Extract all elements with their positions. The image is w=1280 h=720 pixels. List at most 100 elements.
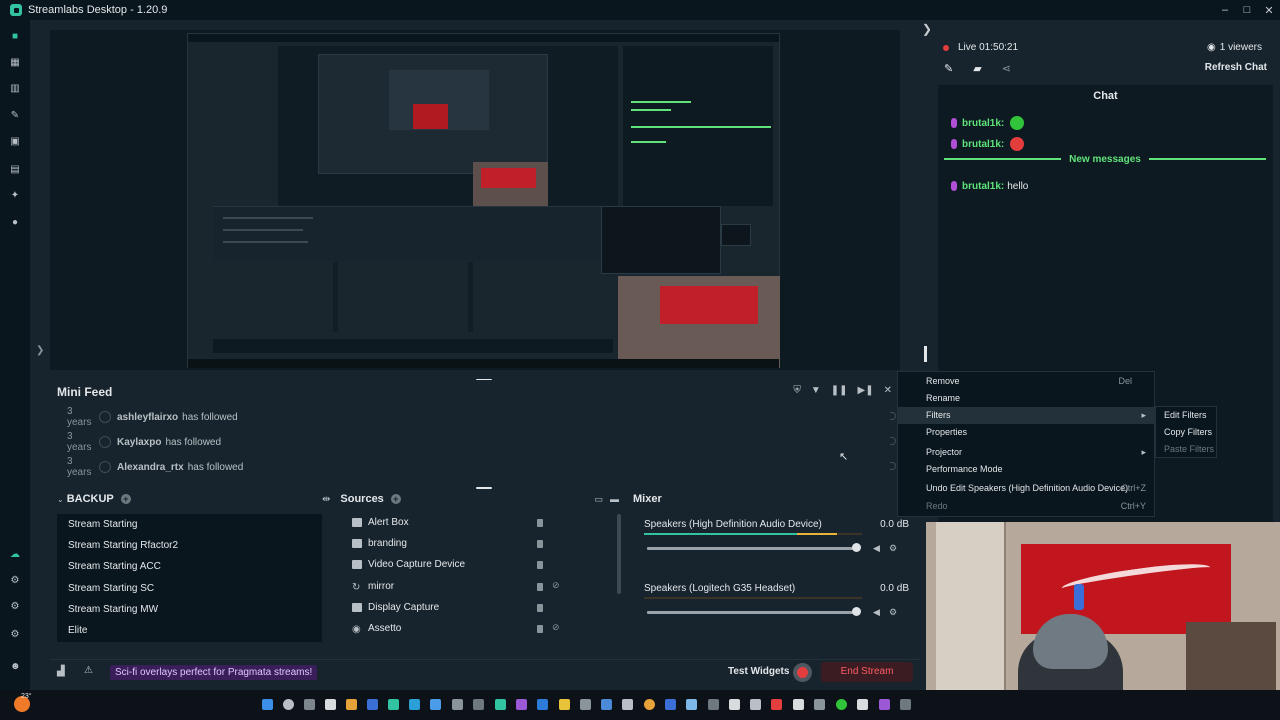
cloud-icon[interactable]: ☁ [10,550,20,560]
library-icon[interactable]: ▥ [10,84,20,94]
menu-item-redo[interactable]: Redo Ctrl+Y [898,498,1154,515]
task-view-icon[interactable] [304,699,315,710]
scene-item[interactable]: Stream Starting MW [68,599,158,620]
spotify-icon[interactable] [836,699,847,710]
gear-icon[interactable]: ⚙ [10,602,20,612]
gear-icon[interactable]: ⚙ [889,608,898,617]
app-icon[interactable] [708,699,719,710]
gear-icon[interactable]: ⚙ [889,544,898,553]
hidden-icon[interactable]: ⊘ [552,580,560,591]
menu-item-remove[interactable]: Remove Del [898,373,1154,390]
gear-icon[interactable]: ⚙ [10,630,20,640]
add-source-button[interactable]: + [390,494,401,504]
lock-icon[interactable] [537,583,543,591]
share-icon[interactable]: ⋖ [1002,62,1011,75]
alert-icon[interactable]: ✦ [10,191,20,201]
source-scrollbar[interactable] [617,514,621,594]
chevron-right-icon[interactable]: ❯ [36,345,44,356]
app-icon[interactable] [771,699,782,710]
app-icon[interactable] [665,699,676,710]
app-icon[interactable] [473,699,484,710]
record-button[interactable] [793,663,812,682]
vscode-icon[interactable] [430,699,441,710]
scene-item[interactable]: Elite [68,620,87,641]
scene-transitions-icon[interactable]: ⇹ [322,494,330,505]
menu-item-undo[interactable]: Undo Edit Speakers (High Definition Audi… [898,480,1154,497]
app-icon[interactable] [750,699,761,710]
source-item[interactable]: ↻ mirror [352,576,394,597]
repeat-icon[interactable] [890,437,896,445]
scene-item[interactable]: Stream Starting ACC [68,556,161,577]
app-icon[interactable] [580,699,591,710]
app-icon[interactable] [452,699,463,710]
chat-user[interactable]: brutal1k: [962,139,1004,150]
edit-icon[interactable]: ✎ [944,62,953,75]
menu-item-projector[interactable]: Projector ▸ [898,444,1154,461]
app-icon[interactable] [814,699,825,710]
source-item[interactable]: Display Capture [352,597,439,618]
layout-icon[interactable]: ▤ [10,165,20,175]
app-icon[interactable] [857,699,868,710]
skip-icon[interactable]: ▶❚ [858,385,874,396]
source-item[interactable]: Alert Box [352,512,409,533]
folder-icon[interactable] [559,699,570,710]
chrome-icon[interactable] [644,699,655,710]
folder-icon[interactable]: ▰ [973,62,981,75]
lock-icon[interactable] [537,561,543,569]
app-icon[interactable] [367,699,378,710]
themes-icon[interactable]: ✎ [10,111,20,121]
lock-icon[interactable] [537,540,543,548]
sidebar-resize-handle[interactable] [924,346,927,362]
lock-icon[interactable] [537,519,543,527]
hidden-icon[interactable]: ⊘ [552,622,560,633]
add-scene-button[interactable]: + [120,494,131,504]
app-icon[interactable] [622,699,633,710]
scene-item[interactable]: Stream Starting SC [68,578,154,599]
studio-icon[interactable]: ■ [10,32,20,42]
app-icon[interactable] [793,699,804,710]
streamlabs-icon[interactable] [495,699,506,710]
store-icon[interactable]: ▣ [10,137,20,147]
stats-icon[interactable]: ▟ [57,666,65,677]
resize-handle[interactable] [476,487,492,489]
volume-knob[interactable] [852,607,861,616]
volume-knob[interactable] [852,543,861,552]
menu-item-properties[interactable]: Properties [898,424,1154,441]
source-item[interactable]: Video Capture Device [352,554,465,575]
app-icon[interactable] [686,699,697,710]
refresh-chat-button[interactable]: Refresh Chat [1205,62,1267,73]
maximize-button[interactable]: □ [1236,0,1258,20]
app-icon[interactable] [516,699,527,710]
lock-icon[interactable] [537,604,543,612]
volume-slider[interactable] [647,611,857,614]
chat-user[interactable]: brutal1k: [962,118,1004,129]
app-icon[interactable] [879,699,890,710]
scene-item[interactable]: Stream Starting Rfactor2 [68,535,178,556]
volume-slider[interactable] [647,547,857,550]
dashboard-icon[interactable]: ▦ [10,58,20,68]
app-icon[interactable] [346,699,357,710]
filter-icon[interactable]: ▼ [811,385,821,396]
source-item[interactable]: ◉ Assetto [352,618,401,639]
user-icon[interactable]: ☻ [10,662,21,672]
lock-icon[interactable] [537,625,543,633]
promo-link[interactable]: Sci-fi overlays perfect for Pragmata str… [110,665,318,680]
app-icon[interactable] [900,699,911,710]
speaker-icon[interactable]: ◀ [873,544,882,553]
app-icon[interactable] [325,699,336,710]
source-item[interactable]: branding [352,533,407,554]
menu-item-copy-filters[interactable]: Copy Filters [1156,424,1216,441]
app-icon[interactable] [388,699,399,710]
app-icon[interactable] [409,699,420,710]
minimize-button[interactable]: – [1214,0,1236,20]
warning-icon[interactable]: ⚠ [84,665,93,676]
end-stream-button[interactable]: End Stream [821,662,913,682]
app-icon[interactable] [601,699,612,710]
speaker-icon[interactable]: ◀ [873,608,882,617]
folder-icon[interactable]: ▬ [610,494,619,504]
shield-icon[interactable]: ⛨ [793,385,801,396]
app-icon[interactable] [537,699,548,710]
scene-item[interactable]: Stream Starting [68,514,137,535]
menu-item-paste-filters[interactable]: Paste Filters [1156,441,1216,458]
repeat-icon[interactable] [890,462,896,470]
